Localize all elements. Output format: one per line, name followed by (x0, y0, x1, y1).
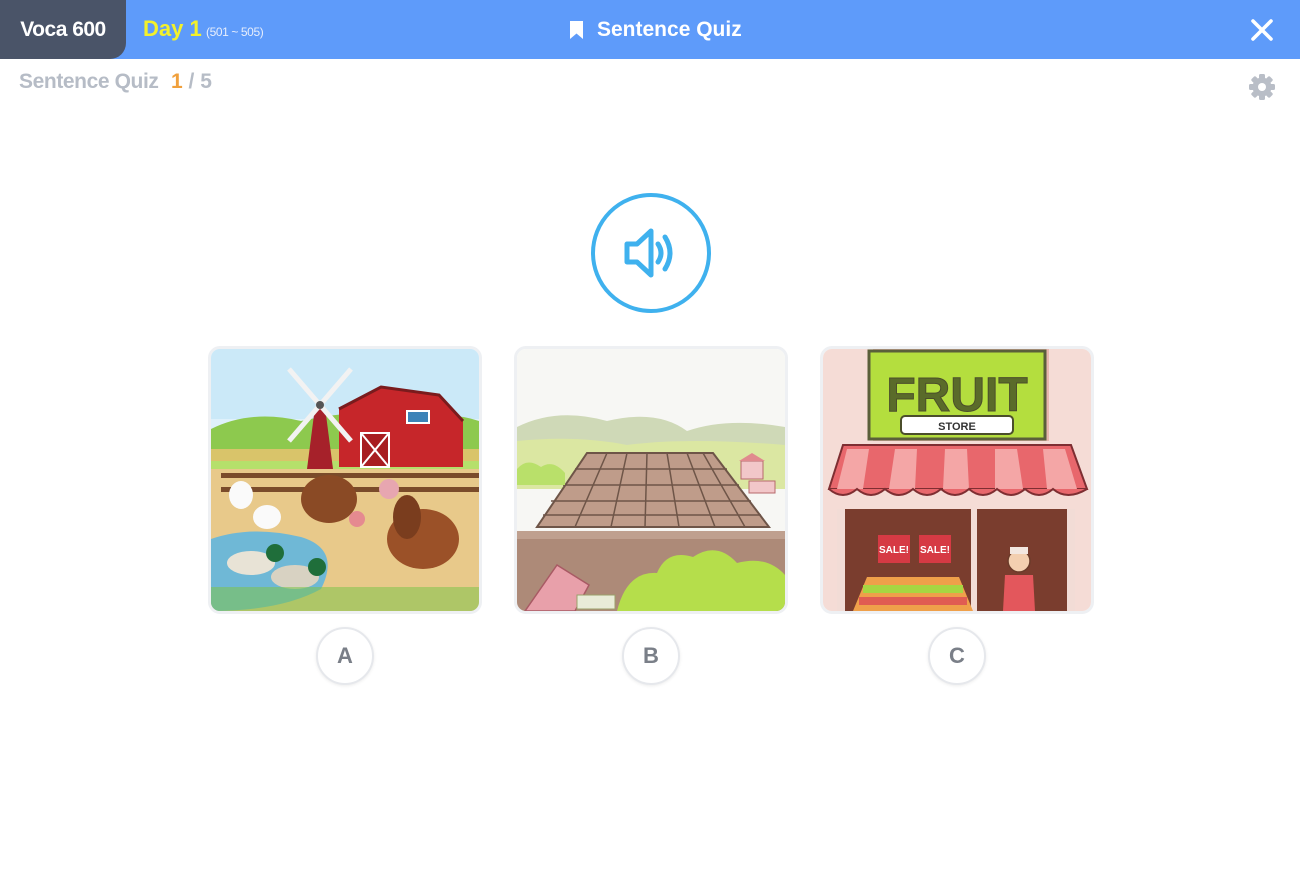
day-label: Day 1 (143, 16, 202, 41)
gear-icon[interactable] (1248, 73, 1276, 101)
store-sign-text: FRUIT (886, 369, 1027, 422)
option-button-a[interactable]: A (316, 627, 374, 685)
option-button-b[interactable]: B (622, 627, 680, 685)
fruit-store-image: FRUIT STORE SALE! SALE! (823, 349, 1091, 611)
close-icon[interactable] (1250, 18, 1274, 42)
sale-sign-2: SALE! (920, 545, 950, 556)
field-image (517, 349, 785, 611)
store-subsign-text: STORE (938, 421, 976, 433)
app-brand: Voca 600 (0, 0, 126, 59)
quiz-label: Sentence Quiz (19, 70, 159, 93)
page-title-text: Sentence Quiz (597, 18, 742, 41)
page-title: Sentence Quiz (569, 16, 742, 44)
option-card-b[interactable] (514, 346, 788, 614)
play-audio-button[interactable] (591, 193, 711, 313)
sale-sign-1: SALE! (879, 545, 909, 556)
day-range: (501 ~ 505) (206, 25, 264, 39)
option-card-a[interactable] (208, 346, 482, 614)
total-questions: / 5 (188, 70, 212, 93)
option-card-c[interactable]: FRUIT STORE SALE! SALE! (820, 346, 1094, 614)
speaker-icon (624, 228, 673, 278)
option-button-c[interactable]: C (928, 627, 986, 685)
bookmark-icon (570, 21, 583, 39)
farm-image (211, 349, 479, 611)
question-counter: 1 / 5 (171, 70, 212, 94)
current-question: 1 (171, 70, 183, 93)
top-bar: Voca 600 Day 1 (501 ~ 505) Sentence Quiz (0, 0, 1300, 59)
